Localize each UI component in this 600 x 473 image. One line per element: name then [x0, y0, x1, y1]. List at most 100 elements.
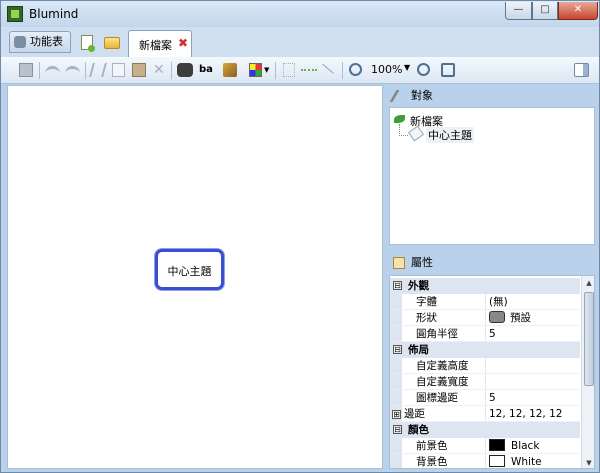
category-appearance[interactable]: ⊟ 外觀	[390, 278, 580, 294]
color-grid-icon[interactable]	[249, 63, 262, 77]
close-tab-icon[interactable]: ✖	[178, 36, 188, 50]
layout-icon[interactable]	[283, 63, 295, 77]
tab-new-document[interactable]: 新檔案 ✖	[128, 30, 192, 57]
find-icon[interactable]	[177, 63, 193, 77]
objects-tree: 新檔案 中心主題	[389, 107, 595, 245]
property-value[interactable]: Black	[486, 438, 580, 454]
undo-icon[interactable]	[45, 66, 60, 74]
toolbar-separator	[342, 62, 343, 79]
properties-panel-title: 屬性	[411, 256, 433, 269]
property-name: 自定義高度	[390, 358, 486, 374]
cut-icon[interactable]	[89, 63, 107, 77]
property-value[interactable]: (無)	[486, 294, 580, 310]
black-swatch	[489, 439, 505, 451]
property-value[interactable]: 5	[486, 390, 580, 406]
property-row-icon-padding[interactable]: 圖標邊距 5	[390, 390, 580, 406]
scroll-down-icon[interactable]: ▼	[583, 457, 594, 468]
maximize-button[interactable]: □	[532, 2, 558, 20]
line-icon[interactable]	[322, 59, 338, 74]
property-value[interactable]	[486, 374, 580, 390]
property-row-corner-radius[interactable]: 圓角半徑 5	[390, 326, 580, 342]
mind-map-canvas[interactable]: 中心主題	[7, 85, 383, 469]
fit-icon[interactable]	[441, 63, 455, 77]
save-icon[interactable]	[19, 63, 33, 77]
property-scrollbar[interactable]: ▲ ▼	[581, 276, 594, 468]
central-topic-node[interactable]: 中心主題	[155, 249, 224, 290]
properties-icon	[393, 257, 405, 269]
close-window-button[interactable]: ✕	[558, 2, 598, 20]
zoom-level[interactable]: 100%	[371, 63, 402, 76]
background-value: White	[511, 456, 542, 468]
property-row-font[interactable]: 字體 (無)	[390, 294, 580, 310]
zoom-dropdown-icon[interactable]: ▼	[404, 63, 410, 72]
property-row-background-color[interactable]: 背景色 White	[390, 454, 580, 468]
delete-icon[interactable]: ✕	[153, 63, 165, 77]
collapse-icon[interactable]: ⊟	[393, 425, 402, 434]
white-swatch	[489, 455, 505, 467]
expand-icon[interactable]: ⊞	[392, 410, 401, 419]
menu-icon	[14, 36, 26, 48]
category-label: 佈局	[408, 344, 429, 356]
tree-item-central-topic[interactable]: 中心主題	[426, 127, 474, 143]
tree-connector	[399, 124, 408, 136]
objects-icon	[389, 90, 409, 102]
blumind-app-icon	[7, 6, 23, 22]
format-brush-icon[interactable]	[223, 63, 237, 77]
toolbar-separator	[85, 62, 86, 79]
objects-panel-title: 對象	[411, 89, 433, 102]
property-name: 背景色	[390, 454, 486, 468]
minimize-button[interactable]: —	[505, 2, 532, 20]
property-name: 圓角半徑	[390, 326, 486, 342]
property-name: 前景色	[390, 438, 486, 454]
shape-value: 預設	[510, 312, 531, 324]
foreground-value: Black	[511, 440, 540, 452]
toolbar-separator	[39, 62, 40, 79]
property-name: ⊞ 邊距	[390, 406, 486, 422]
property-row-custom-width[interactable]: 自定義寬度	[390, 374, 580, 390]
scrollbar-thumb[interactable]	[584, 292, 594, 386]
category-layout[interactable]: ⊟ 佈局	[390, 342, 580, 358]
panel-toggle-icon[interactable]	[574, 63, 589, 77]
redo-icon[interactable]	[65, 66, 80, 74]
property-value[interactable]: 12, 12, 12, 12	[486, 406, 580, 422]
property-value[interactable]: 5	[486, 326, 580, 342]
copy-icon[interactable]	[112, 63, 125, 77]
properties-panel-header: 屬性	[389, 252, 595, 274]
window-title: Blumind	[29, 7, 79, 21]
objects-panel-header: 對象	[389, 85, 595, 107]
property-name: 形狀	[390, 310, 486, 326]
property-row-custom-height[interactable]: 自定義高度	[390, 358, 580, 374]
category-color[interactable]: ⊟ 顏色	[390, 422, 580, 438]
property-value[interactable]: White	[486, 454, 580, 468]
toolbar-separator	[275, 62, 276, 79]
toolbar: ✕ ba ▼ 100% ▼	[1, 57, 599, 84]
property-row-shape[interactable]: 形狀 預設	[390, 310, 580, 326]
paste-icon[interactable]	[132, 63, 146, 77]
category-label: 外觀	[408, 280, 429, 292]
property-name: 圖標邊距	[390, 390, 486, 406]
property-row-padding[interactable]: ⊞ 邊距 12, 12, 12, 12	[390, 406, 580, 422]
app-window: Blumind — □ ✕ 功能表 新檔案 ✖ ✕ ba ▼ 100% ▼ 中心…	[0, 0, 600, 473]
link-icon[interactable]	[301, 63, 317, 71]
property-row-foreground-color[interactable]: 前景色 Black	[390, 438, 580, 454]
menu-label: 功能表	[30, 35, 63, 48]
property-name: 字體	[390, 294, 486, 310]
scroll-up-icon[interactable]: ▲	[583, 277, 594, 289]
central-topic-label: 中心主題	[167, 265, 212, 278]
menu-button[interactable]: 功能表	[9, 31, 71, 53]
open-folder-icon[interactable]	[104, 37, 120, 49]
replace-icon[interactable]: ba	[199, 63, 213, 77]
zoom-out-icon[interactable]	[349, 63, 362, 76]
leaf-icon	[394, 115, 405, 123]
zoom-in-icon[interactable]	[417, 63, 430, 76]
property-value[interactable]: 預設	[486, 310, 580, 326]
property-value[interactable]	[486, 358, 580, 374]
tab-bar: 功能表 新檔案 ✖	[1, 27, 599, 57]
property-grid: ⊟ 外觀 字體 (無) 形狀 預設 圓角半徑 5 ⊟ 佈局 自定義高度 自定義寬…	[389, 275, 595, 469]
color-grid-dropdown-icon[interactable]: ▼	[264, 63, 270, 77]
title-bar: Blumind — □ ✕	[1, 1, 599, 27]
rounded-shape-icon	[489, 311, 505, 323]
new-document-icon[interactable]	[81, 35, 95, 52]
collapse-icon[interactable]: ⊟	[393, 281, 402, 290]
collapse-icon[interactable]: ⊟	[393, 345, 402, 354]
